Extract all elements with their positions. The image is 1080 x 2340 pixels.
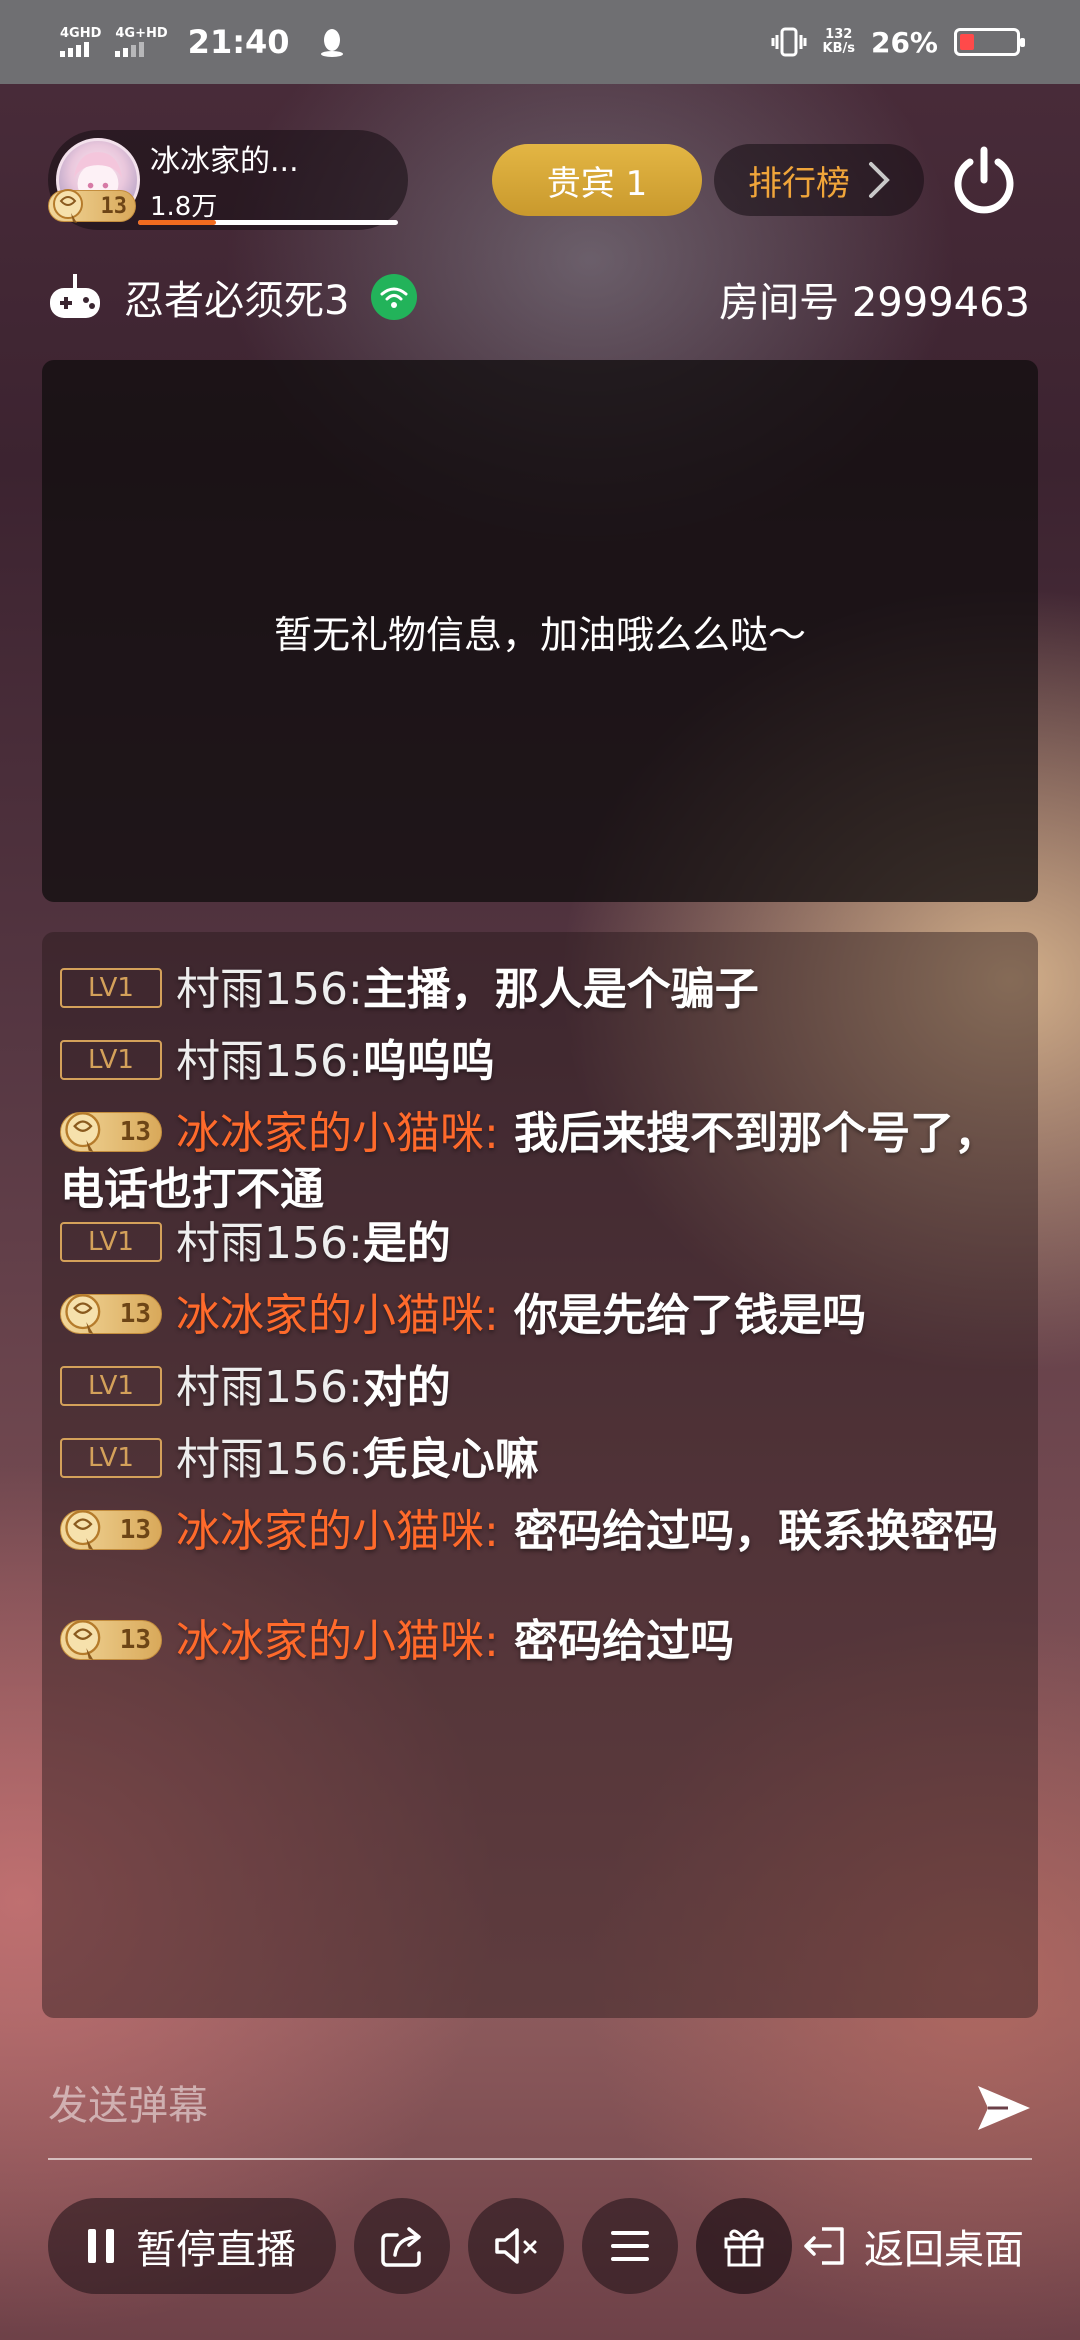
pause-label: 暂停直播: [136, 2227, 296, 2273]
level-tag: LV1: [60, 1040, 162, 1080]
chat-username[interactable]: 村雨156:: [176, 964, 363, 1015]
level-tag: LV1: [60, 968, 162, 1008]
menu-button[interactable]: [582, 2198, 678, 2294]
send-icon[interactable]: [974, 2078, 1034, 2138]
anchor-name: 冰冰家的...: [150, 144, 299, 179]
net-speed: 132 KB/s: [823, 28, 855, 56]
medal-icon: [53, 189, 83, 223]
chat-message: 13 冰冰家的小猫咪: 密码给过吗，联系换密码: [60, 1504, 1020, 1560]
menu-icon: [611, 2231, 649, 2261]
mute-icon: [495, 2228, 537, 2264]
chat-text: 你是先给了钱是吗: [498, 1290, 867, 1341]
medal-icon: [65, 1620, 101, 1660]
medal-icon: [65, 1294, 101, 1334]
chat-message: LV1 村雨156:对的: [60, 1360, 1020, 1416]
game-title: 忍者必须死3: [124, 278, 350, 324]
anchor-card[interactable]: 13 冰冰家的... 1.8万: [48, 130, 408, 230]
gift-empty-text: 暂无礼物信息，加油哦么么哒～: [273, 612, 806, 657]
sim2-signal: 4G+HD: [115, 26, 168, 57]
power-icon[interactable]: [948, 142, 1020, 220]
fan-level-tag: 13: [60, 1294, 162, 1334]
vibrate-icon: [771, 27, 806, 57]
chevron-right-icon: [869, 162, 890, 198]
battery-percent: 26%: [870, 25, 938, 59]
chat-message: LV1 村雨156:呜呜呜: [60, 1034, 1020, 1090]
chat-text: 主播，那人是个骗子: [362, 964, 759, 1015]
chat-text: 密码给过吗，联系换密码: [498, 1506, 999, 1557]
chat-username[interactable]: 村雨156:: [176, 1218, 363, 1269]
chat-message: 13 冰冰家的小猫咪: 密码给过吗: [60, 1614, 1020, 1670]
room-number: 房间号 2999463: [719, 280, 1030, 326]
wifi-icon: [371, 274, 418, 320]
anchor-level: 13: [100, 193, 128, 219]
back-label: 返回桌面: [864, 2227, 1024, 2273]
chat-text: 密码给过吗: [498, 1616, 735, 1667]
medal-icon: [65, 1112, 101, 1152]
chat-message: LV1 村雨156:凭良心嘛: [60, 1432, 1020, 1488]
chat-message: 13 冰冰家的小猫咪: 你是先给了钱是吗: [60, 1288, 1020, 1344]
sim2-label: 4G+HD: [115, 26, 168, 41]
fan-level-tag: 13: [60, 1510, 162, 1550]
medal-icon: [65, 1510, 101, 1550]
rank-button[interactable]: 排行榜: [714, 144, 924, 216]
chat-username[interactable]: 村雨156:: [176, 1362, 363, 1413]
sim1-label: 4GHD: [60, 26, 102, 41]
share-icon: [381, 2227, 421, 2267]
fans-progress-fill: [138, 220, 216, 225]
pause-icon: [88, 2229, 114, 2263]
chat-panel[interactable]: LV1 村雨156:主播，那人是个骗子 LV1 村雨156:呜呜呜 13 冰冰家的小猫…: [42, 932, 1038, 2018]
chat-username[interactable]: 冰冰家的小猫咪:: [176, 1506, 499, 1557]
gamepad-icon: [50, 274, 100, 318]
anchor-fans: 1.8万: [150, 192, 218, 222]
anchor-level-badge: 13: [48, 189, 136, 223]
battery-icon: [954, 28, 1025, 56]
game-row: 忍者必须死3: [48, 262, 418, 332]
chat-username[interactable]: 冰冰家的小猫咪:: [176, 1290, 499, 1341]
net-speed-unit: KB/s: [822, 41, 855, 56]
chat-text: 凭良心嘛: [362, 1434, 539, 1485]
chat-text: 是的: [362, 1218, 451, 1269]
gift-button[interactable]: [696, 2198, 792, 2294]
fan-level: 13: [119, 1515, 151, 1545]
chat-username[interactable]: 冰冰家的小猫咪:: [176, 1108, 499, 1159]
level-tag: LV1: [60, 1222, 162, 1262]
vip-button[interactable]: 贵宾 1: [492, 144, 702, 216]
fan-level: 13: [119, 1299, 151, 1329]
gift-panel: 暂无礼物信息，加油哦么么哒～: [42, 360, 1038, 902]
gift-icon: [724, 2229, 764, 2267]
chat-username[interactable]: 村雨156:: [176, 1036, 363, 1087]
fans-progress-bar: [138, 220, 398, 225]
chat-username[interactable]: 冰冰家的小猫咪:: [176, 1616, 499, 1667]
fan-level: 13: [119, 1117, 151, 1147]
sim1-signal: 4GHD: [60, 27, 101, 57]
chat-message: LV1 村雨156:主播，那人是个骗子: [60, 962, 1020, 1018]
chat-message: 13 冰冰家的小猫咪: 我后来搜不到那个号了，电话也打不通: [60, 1106, 1020, 1218]
chat-text: 呜呜呜: [362, 1036, 495, 1087]
net-speed-value: 132: [825, 27, 853, 42]
level-tag: LV1: [60, 1438, 162, 1478]
mute-button[interactable]: [468, 2198, 564, 2294]
share-button[interactable]: [354, 2198, 450, 2294]
danmu-input[interactable]: [48, 2076, 878, 2136]
battery-fill: [960, 34, 975, 50]
exit-icon: [804, 2227, 844, 2265]
status-bar: 4GHD 4G+HD 21:40 132 KB/s 26%: [0, 0, 1080, 84]
input-underline: [48, 2158, 1032, 2160]
back-to-desktop-button[interactable]: 返回桌面: [800, 2198, 1024, 2294]
pause-live-button[interactable]: 暂停直播: [48, 2198, 336, 2294]
chat-username[interactable]: 村雨156:: [176, 1434, 363, 1485]
qq-penguin-icon: [320, 29, 343, 57]
level-tag: LV1: [60, 1366, 162, 1406]
fan-level-tag: 13: [60, 1620, 162, 1660]
bottom-bar: 暂停直播 返回桌面: [0, 2198, 1080, 2298]
chat-text: 对的: [362, 1362, 451, 1413]
status-time: 21:40: [187, 23, 290, 61]
chat-message: LV1 村雨156:是的: [60, 1216, 1020, 1272]
fan-level-tag: 13: [60, 1112, 162, 1152]
fan-level: 13: [119, 1625, 151, 1655]
rank-label: 排行榜: [748, 163, 850, 204]
